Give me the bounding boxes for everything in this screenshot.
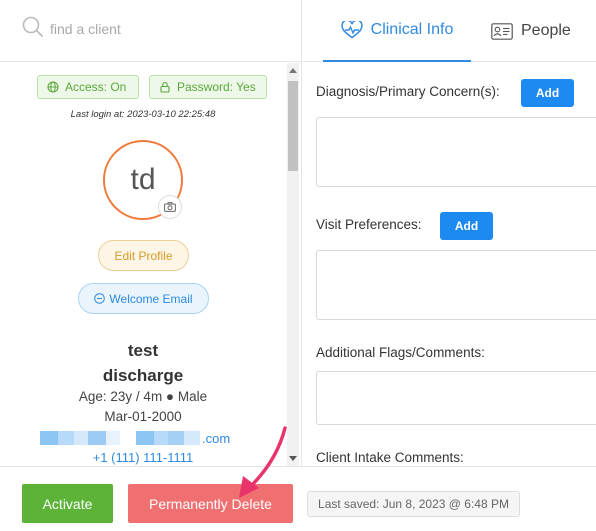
welcome-email-label: Welcome Email [109,291,193,306]
redacted-block [154,431,168,445]
client-details-panel: Clinical Info People Diagnosis/Primary C… [303,0,596,466]
redacted-block [136,431,154,445]
camera-icon [164,202,176,212]
profile-scrollbar[interactable] [287,63,299,466]
client-phone[interactable]: +1 (111) 111-1111 [0,450,286,465]
change-photo-button[interactable] [158,195,182,219]
activate-button[interactable]: Activate [22,484,113,523]
redacted-block [120,431,136,445]
add-visit-preference-button[interactable]: Add [440,212,493,240]
redacted-block [184,431,200,445]
edit-profile-button[interactable]: Edit Profile [98,240,189,271]
visit-preferences-label: Visit Preferences: [316,217,422,232]
footer-actions-bar: Activate Permanently Delete Last saved: … [0,466,596,531]
additional-flags-textbox[interactable] [316,371,596,425]
redacted-block [88,431,106,445]
diagnosis-textbox[interactable] [316,117,596,187]
client-email[interactable]: .com [40,430,230,446]
minus-circle-icon [94,293,106,304]
tab-clinical-info-label: Clinical Info [370,21,454,38]
globe-icon [47,81,59,93]
permanently-delete-button[interactable]: Permanently Delete [128,484,293,523]
visit-preferences-textbox[interactable] [316,250,596,320]
client-search-bar [0,0,302,62]
scroll-down-arrow[interactable] [289,456,297,461]
tab-clinical-info[interactable]: Clinical Info [323,0,471,62]
search-icon [22,16,43,37]
client-profile-panel: Access: On Password: Yes Last login at: … [0,0,302,466]
scroll-up-arrow[interactable] [289,68,297,73]
access-status-label: Access: On [65,80,127,94]
tab-people-label: People [521,22,571,39]
client-age-gender: Age: 23y / 4m ● Male [78,389,208,404]
heartbeat-icon [341,21,363,39]
email-suffix: .com [202,430,231,446]
redacted-block [106,431,120,445]
profile-details: Access: On Password: Yes Last login at: … [0,63,302,466]
avatar-initials: td [130,163,156,196]
redacted-block [40,431,58,445]
password-status-badge: Password: Yes [149,75,267,99]
add-diagnosis-button[interactable]: Add [521,79,574,107]
additional-flags-label: Additional Flags/Comments: [316,345,485,360]
redacted-block [74,431,88,445]
diagnosis-label: Diagnosis/Primary Concern(s): [316,84,500,99]
client-first-name: test [127,341,159,360]
search-input[interactable] [50,17,280,41]
intake-comments-label: Client Intake Comments: [316,450,464,465]
client-last-name: discharge [102,366,184,385]
tab-people[interactable]: People [491,0,571,62]
scrollbar-thumb[interactable] [288,81,298,171]
welcome-email-button[interactable]: Welcome Email [78,283,209,314]
last-login-text: Last login at: 2023-03-10 22:25:48 [70,109,216,120]
redacted-block [58,431,74,445]
details-tabs: Clinical Info People [303,0,596,62]
lock-icon [160,82,170,93]
password-status-label: Password: Yes [177,80,256,94]
access-status-badge: Access: On [37,75,139,99]
last-saved-status: Last saved: Jun 8, 2023 @ 6:48 PM [307,491,520,517]
contact-card-icon [491,22,513,40]
client-dob: Mar-01-2000 [104,409,182,424]
redacted-block [168,431,184,445]
